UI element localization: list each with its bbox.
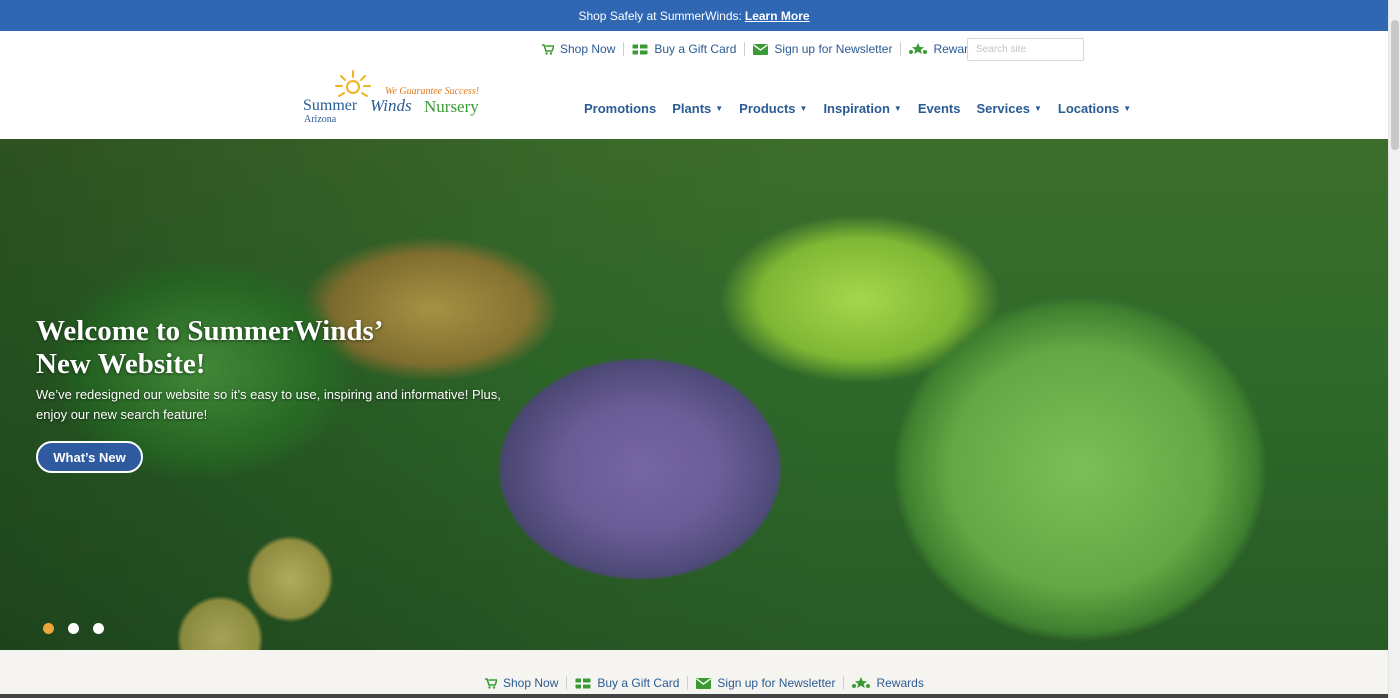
newsletter-link[interactable]: Sign up for Newsletter [753,42,892,56]
rewards-icon [852,677,871,689]
learn-more-link[interactable]: Learn More [745,9,810,23]
shop-now-label: Shop Now [503,676,559,690]
gift-card-icon [632,44,648,55]
nav-label: Locations [1057,101,1120,116]
nav-plants[interactable]: Plants ▼ [672,101,723,116]
newsletter-label: Sign up for Newsletter [717,676,836,690]
caret-down-icon: ▼ [893,104,902,113]
bottom-utility-nav: Shop Now Buy a Gift Card Sign up for New… [485,676,924,690]
nav-label: Promotions [584,101,657,116]
caret-down-icon: ▼ [1033,104,1042,113]
utility-nav: Shop Now Buy a Gift Card Sign up for New… [542,38,981,60]
shop-now-link[interactable]: Shop Now [542,42,615,56]
sun-icon [335,70,371,97]
gift-card-link[interactable]: Buy a Gift Card [575,676,679,690]
carousel-dot-1[interactable] [43,623,54,634]
hero-subtitle-line: enjoy our new search feature! [36,407,208,422]
divider [566,676,568,690]
hero-title-line: Welcome to SummerWinds’ [36,315,384,347]
scrollbar-thumb[interactable] [1391,20,1399,150]
gift-card-label: Buy a Gift Card [597,676,680,690]
hero-title-line: New Website! [36,348,206,380]
rewards-link[interactable]: Rewards [852,676,924,690]
nav-inspiration[interactable]: Inspiration ▼ [823,101,901,116]
logo-region: Arizona [304,114,337,125]
nav-label: Events [917,101,961,116]
nav-label: Products [739,101,796,116]
nav-label: Services [976,101,1030,116]
logo-name-summer: Summer [303,97,358,114]
gift-card-link[interactable]: Buy a Gift Card [632,42,736,56]
nav-services[interactable]: Services ▼ [976,101,1041,116]
newsletter-label: Sign up for Newsletter [774,42,893,56]
cart-icon [542,43,554,55]
divider [843,676,845,690]
hero-subtitle-line: We’ve redesigned our website so it’s eas… [36,387,501,402]
divider [900,42,902,56]
divider [623,42,625,56]
envelope-icon [696,677,712,689]
newsletter-link[interactable]: Sign up for Newsletter [696,676,835,690]
page-scrollbar[interactable] [1388,0,1400,698]
hero-subtitle: We’ve redesigned our website so it’s eas… [36,385,506,425]
whats-new-button[interactable]: What’s New [36,441,143,473]
gift-card-label: Buy a Gift Card [654,42,737,56]
announcement-bar: Shop Safely at SummerWinds: Learn More [0,0,1388,31]
rewards-label: Rewards [876,676,924,690]
hero-carousel: Welcome to SummerWinds’ New Website! We’… [0,139,1388,650]
gift-card-icon [575,678,591,689]
divider [744,42,746,56]
main-nav: Promotions Plants ▼ Products ▼ Inspiration… [584,101,1131,116]
bottom-utility-strip: Shop Now Buy a Gift Card Sign up for New… [0,650,1388,698]
footer-edge [0,694,1388,698]
caret-down-icon: ▼ [715,104,724,113]
site-header: Shop Now Buy a Gift Card Sign up for New… [0,31,1388,139]
nav-events[interactable]: Events [918,101,961,116]
carousel-dot-3[interactable] [93,623,104,634]
nav-products[interactable]: Products ▼ [739,101,807,116]
announcement-text: Shop Safely at SummerWinds: [578,8,742,23]
carousel-dots [43,623,118,634]
shop-now-link[interactable]: Shop Now [485,676,558,690]
logo-name-nursery: Nursery [424,97,479,116]
shop-now-label: Shop Now [560,42,616,56]
envelope-icon [753,43,769,55]
nav-label: Plants [672,101,712,116]
caret-down-icon: ▼ [799,104,808,113]
divider [687,676,689,690]
caret-down-icon: ▼ [1123,104,1132,113]
logo[interactable]: We Guarantee Success! Summer Winds Nurse… [303,69,493,129]
nav-locations[interactable]: Locations ▼ [1058,101,1131,116]
nav-label: Inspiration [823,101,890,116]
logo-name-winds: Winds [370,96,412,115]
cart-icon [485,677,497,689]
hero-title: Welcome to SummerWinds’ New Website! [36,315,476,381]
nav-promotions[interactable]: Promotions [584,101,656,116]
carousel-dot-2[interactable] [68,623,79,634]
rewards-icon [909,43,928,55]
search-input[interactable] [967,38,1084,61]
